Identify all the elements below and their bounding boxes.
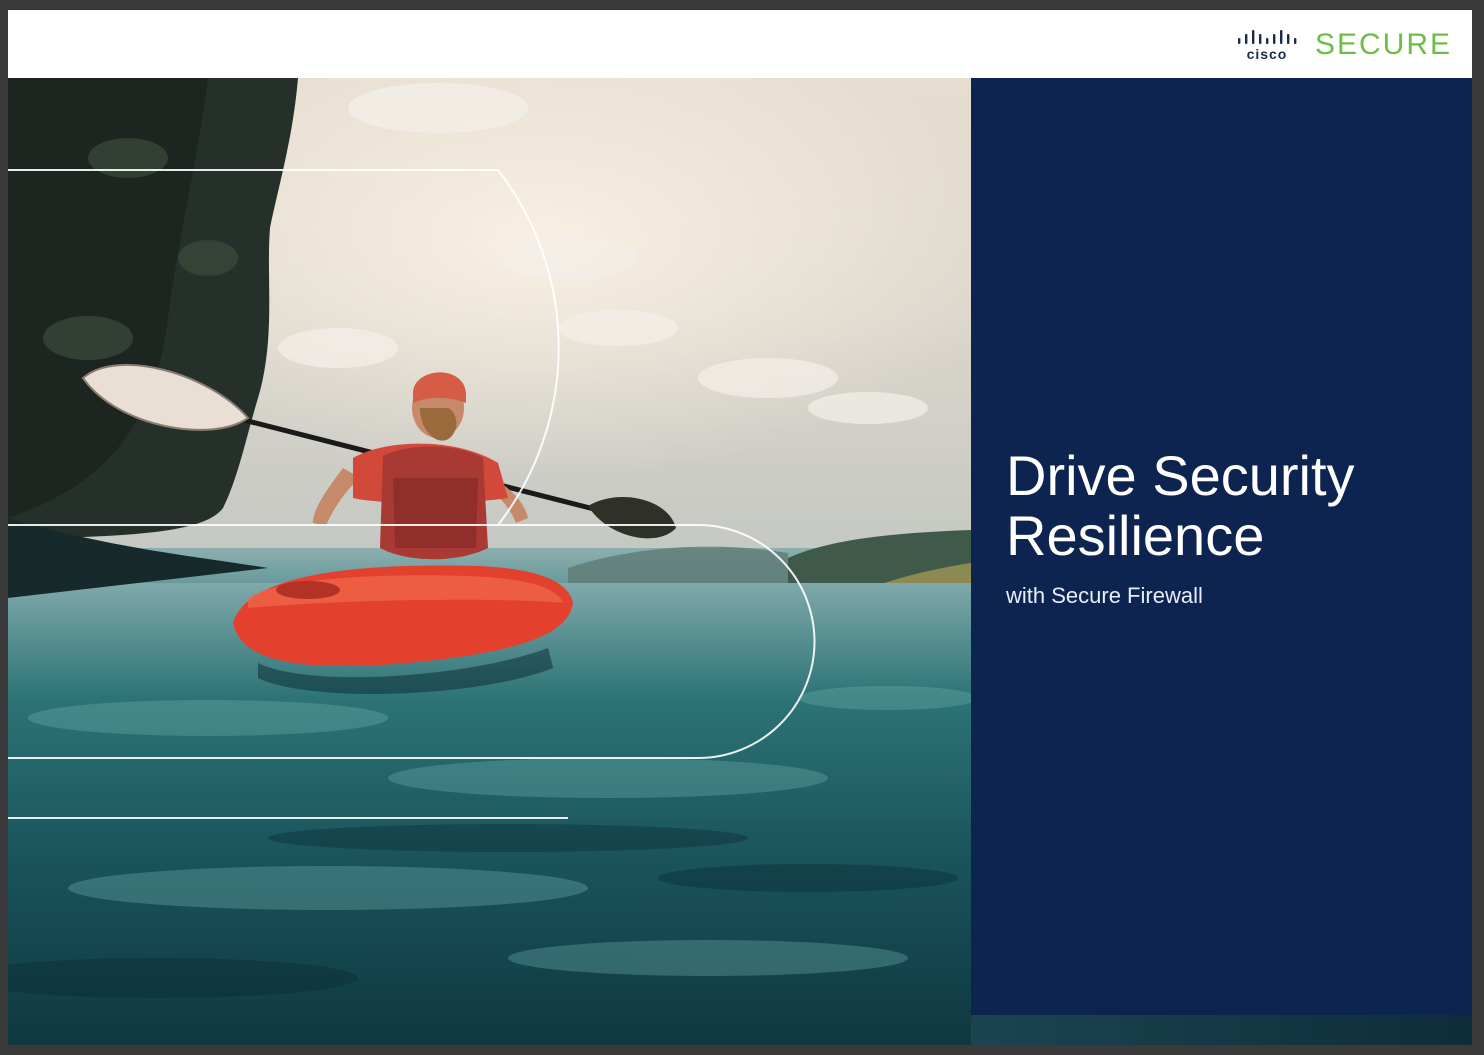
cisco-wordmark: cisco (1246, 46, 1288, 62)
panel-bottom-strip (971, 1015, 1472, 1045)
kayak-scene-illustration (8, 78, 971, 1045)
secure-wordmark: SECURE (1314, 28, 1452, 61)
page-subtitle: with Secure Firewall (1006, 583, 1203, 608)
hero-photo-kayaker (8, 78, 971, 1045)
cisco-secure-logo: cisco SECURE (1237, 28, 1452, 62)
cisco-logo: cisco (1237, 29, 1297, 61)
cisco-bridge-icon (1237, 30, 1297, 44)
header-bar: cisco SECURE (8, 10, 1472, 78)
title-line-1: Drive Security (1006, 444, 1355, 507)
title-panel: Drive Security Resilience with Secure Fi… (971, 78, 1472, 1015)
page-title: Drive Security Resilience (1006, 446, 1446, 566)
title-line-2: Resilience (1006, 504, 1265, 567)
document-page: cisco SECURE Drive Security Resilience w… (8, 10, 1472, 1045)
